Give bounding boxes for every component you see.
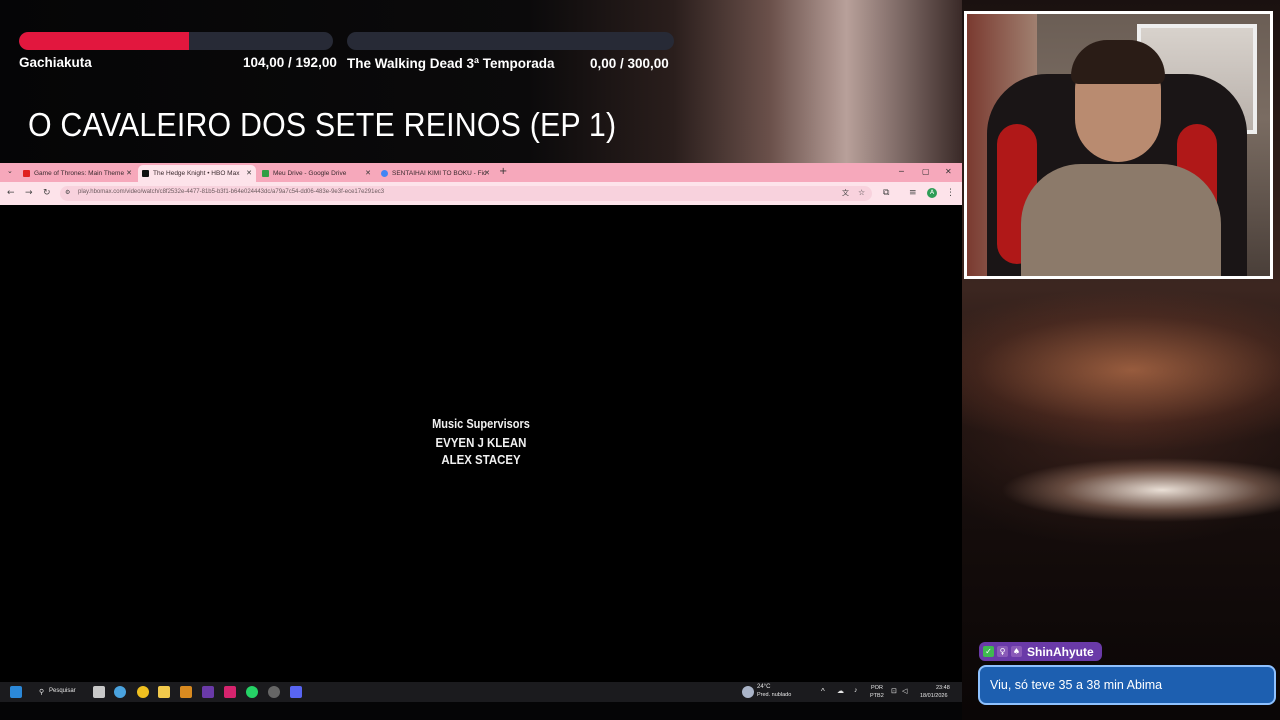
tab-strip: ⌄ Game of Thrones: Main Theme ✕ The Hedg… [0,163,962,182]
tab-hbo-max[interactable]: The Hedge Knight • HBO Max ✕ [138,165,256,182]
settings-icon[interactable] [268,686,280,698]
forward-icon[interactable]: → [25,188,33,198]
profile-avatar[interactable]: A [927,188,937,198]
episode-title: O CAVALEIRO DOS SETE REINOS (EP 1) [28,106,617,143]
credit-name: EVYEN J KLEAN [435,435,527,450]
new-tab-button[interactable]: + [499,166,507,177]
maximize-icon[interactable]: ▢ [922,167,930,176]
drive-icon [262,170,269,177]
chat-username: ShinAhyute [1027,644,1094,659]
app-icon[interactable] [180,686,192,698]
taskbar-search[interactable]: Pesquisar [49,688,76,694]
tab-search-icon[interactable]: ⌄ [7,167,13,175]
taskbar: ⚲ Pesquisar 24°C Pred. nublado ^ ☁ ♪ POR… [0,682,962,702]
reload-icon[interactable]: ↻ [43,188,51,198]
clock-date[interactable]: 18/01/2026 [920,693,948,699]
weather-icon[interactable] [742,686,754,698]
goal-progress-bar [19,32,333,50]
tab-label: SENTAIHAI KIMI TO BOKU - Fic [392,170,487,177]
tab-google-drive[interactable]: Meu Drive - Google Drive ✕ [258,165,375,182]
goal-progress-bar [347,32,674,50]
minimize-icon[interactable]: ─ [899,167,904,176]
chat-message: Viu, só teve 35 a 38 min Abima [978,665,1276,705]
bookmark-star-icon[interactable]: ☆ [858,188,865,197]
weather-description: Pred. nublado [757,692,792,698]
translate-icon[interactable]: 文 [842,188,849,198]
address-bar: ← → ↻ ⚙ play.hbomax.com/video/watch/c8f2… [0,182,962,205]
video-player[interactable]: Music Supervisors EVYEN J KLEAN ALEX STA… [0,205,962,682]
clock-time[interactable]: 23:48 [936,685,950,691]
tab-label: Meu Drive - Google Drive [273,170,347,177]
chat-username-tag: ✓ ♀ ♠ ShinAhyute [979,642,1102,661]
browser-window: ⌄ Game of Thrones: Main Theme ✕ The Hedg… [0,163,962,682]
hbomax-icon [142,170,149,177]
volume-icon[interactable]: ◁ [902,687,907,695]
site-info-icon[interactable]: ⚙ [65,189,70,196]
network-icon[interactable]: ⊡ [891,687,897,695]
google-icon [381,170,388,177]
sub-badge-icon: ♀ [997,646,1008,657]
close-icon[interactable]: ✕ [484,169,490,177]
extensions-icon[interactable]: ⧉ [883,188,889,198]
goal-value: 0,00 / 300,00 [590,56,669,71]
url-text: play.hbomax.com/video/watch/c8f2532e-447… [78,189,385,195]
chrome-icon[interactable] [137,686,149,698]
chat-message-text: Viu, só teve 35 a 38 min Abima [990,678,1163,692]
credit-name: ALEX STACEY [441,452,521,467]
chevron-up-icon[interactable]: ^ [821,687,825,696]
search-icon[interactable]: ⚲ [39,688,44,696]
whatsapp-icon[interactable] [246,686,258,698]
webcam-person-hair [1071,40,1165,84]
menu-icon[interactable]: ⋮ [946,188,955,198]
close-icon[interactable]: ✕ [246,169,252,177]
windows-start-icon[interactable] [10,686,22,698]
obs-icon[interactable] [202,686,214,698]
back-icon[interactable]: ← [7,188,15,198]
close-icon[interactable]: ✕ [126,169,132,177]
discord-icon[interactable] [290,686,302,698]
tab-game-of-thrones[interactable]: Game of Thrones: Main Theme ✕ [19,165,136,182]
goal-progress-fill [19,32,190,50]
youtube-icon [23,170,30,177]
webcam-feed [964,11,1273,279]
task-view-icon[interactable] [93,686,105,698]
close-icon[interactable]: ✕ [365,169,371,177]
webcam-person-shirt [1021,164,1221,276]
copilot-icon[interactable] [114,686,126,698]
media-control-icon[interactable]: ≡ [909,188,917,198]
weather-temp: 24°C [757,684,771,690]
tab-label: The Hedge Knight • HBO Max [153,170,240,177]
goal-name: Gachiakuta [19,55,92,70]
tab-sentaihai[interactable]: SENTAIHAI KIMI TO BOKU - Fic ✕ [377,165,494,182]
tab-label: Game of Thrones: Main Theme [34,170,125,177]
checkmark-badge-icon: ✓ [983,646,994,657]
language-top[interactable]: POR [871,685,883,691]
url-field[interactable]: ⚙ play.hbomax.com/video/watch/c8f2532e-4… [60,186,872,201]
emote-badge-icon: ♠ [1011,646,1022,657]
instagram-icon[interactable] [224,686,236,698]
close-window-icon[interactable]: ✕ [945,167,952,176]
credit-role: Music Supervisors [432,417,530,431]
goal-name: The Walking Dead 3ª Temporada [347,56,555,71]
microphone-icon[interactable]: ♪ [854,687,858,694]
language-bottom[interactable]: PTB2 [870,693,884,699]
onedrive-icon[interactable]: ☁ [837,687,844,695]
file-explorer-icon[interactable] [158,686,170,698]
goal-value: 104,00 / 192,00 [243,55,337,70]
